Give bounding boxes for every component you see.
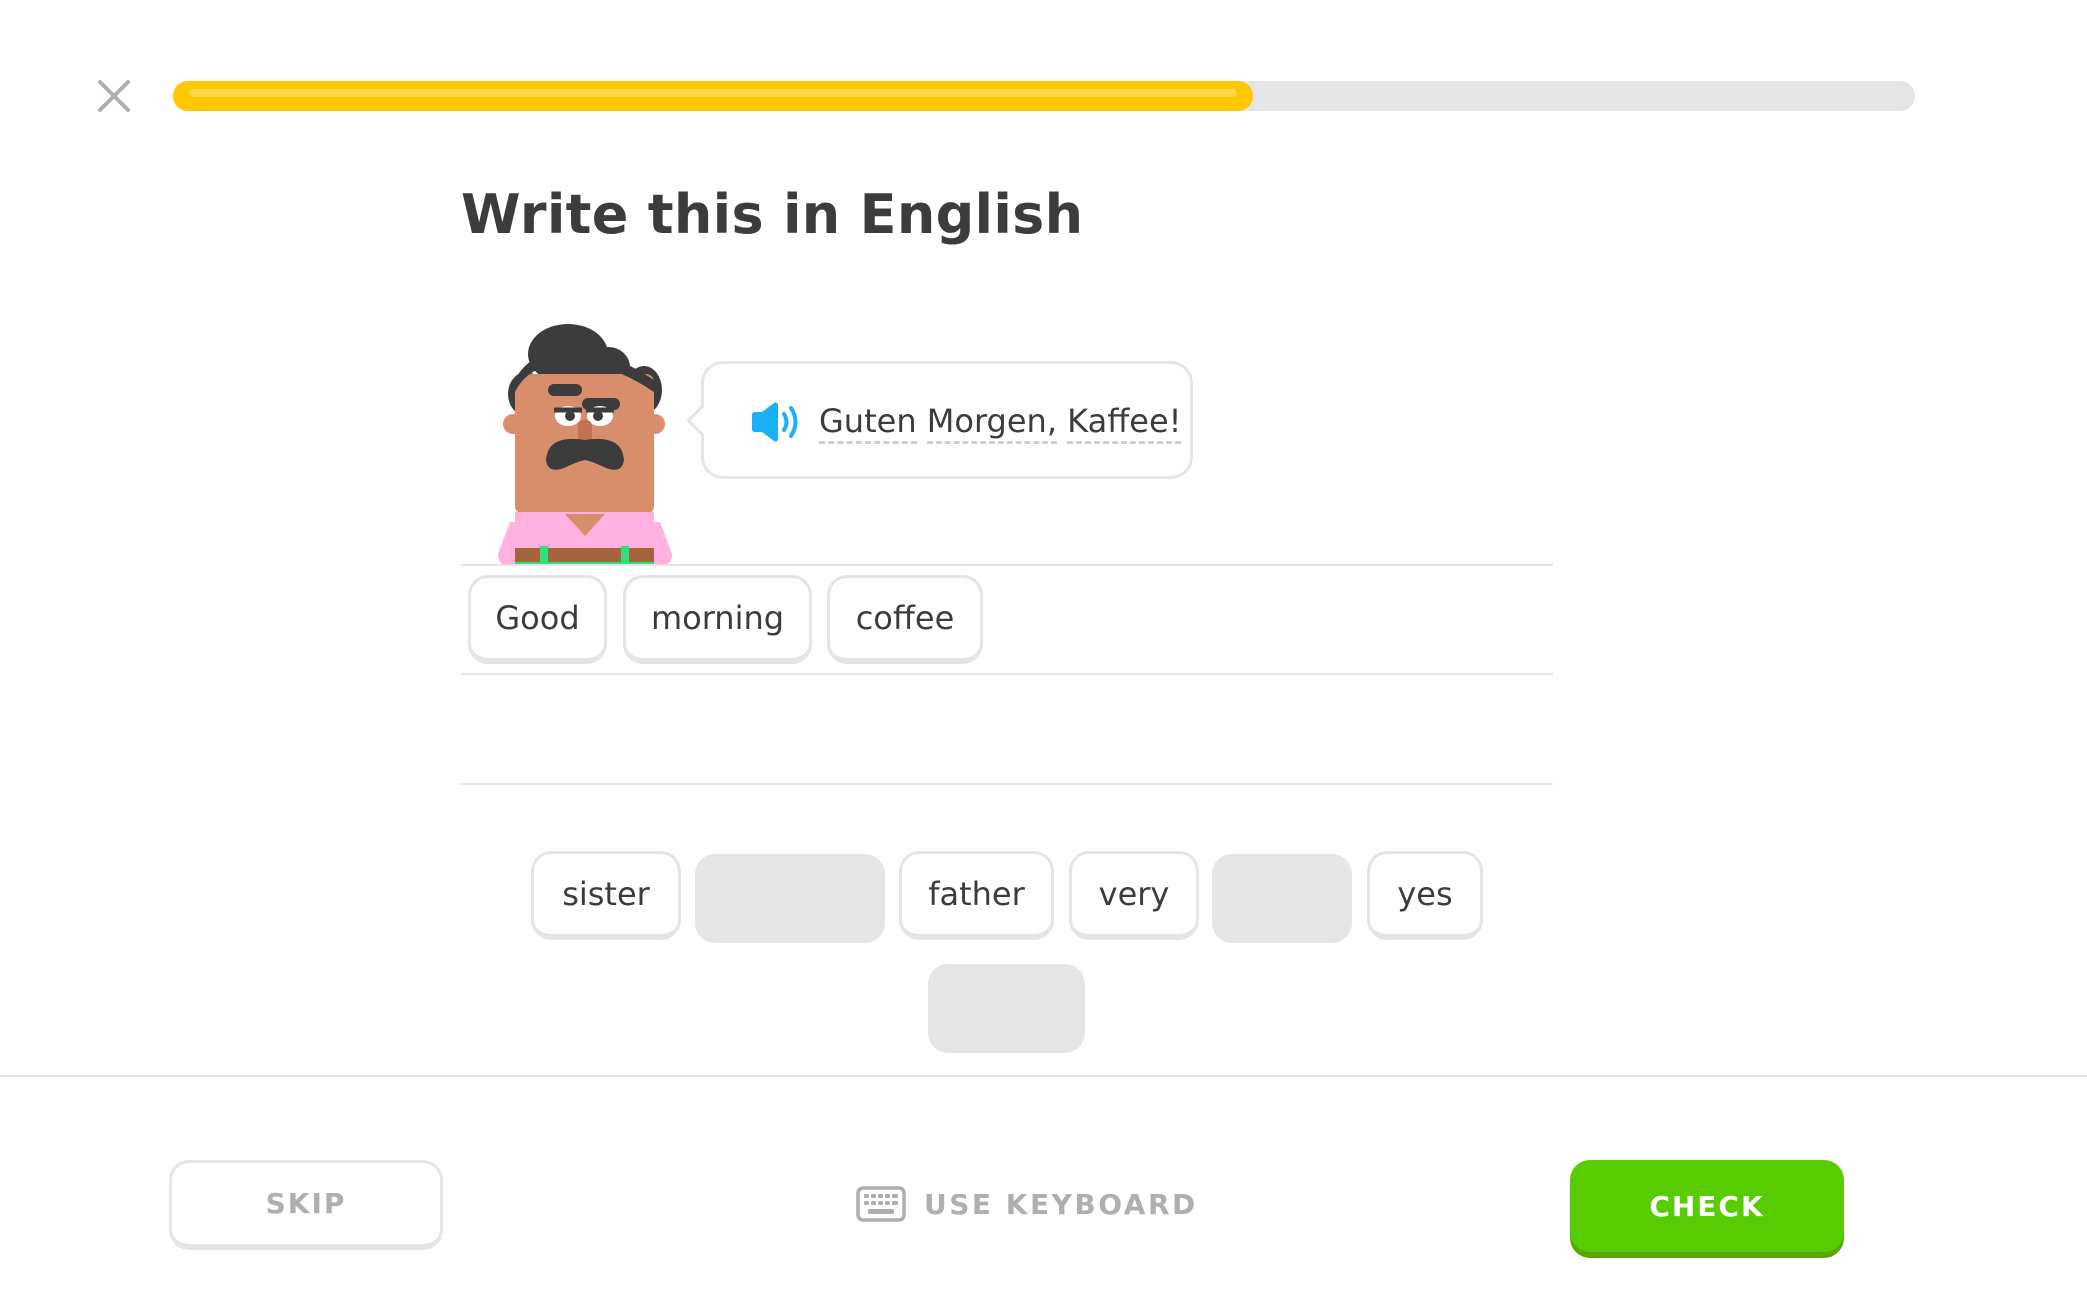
progress-shine: [189, 89, 1238, 97]
check-button[interactable]: CHECK: [1570, 1160, 1844, 1252]
answer-chip[interactable]: coffee: [827, 575, 983, 664]
word-bank-chip[interactable]: sister: [531, 851, 681, 940]
character-illustration: [498, 324, 672, 566]
speech-bubble-tail: [686, 404, 719, 437]
keyboard-icon: [856, 1186, 906, 1222]
use-keyboard-label: USE KEYBOARD: [924, 1187, 1198, 1221]
word-bank-chip[interactable]: father: [899, 851, 1054, 940]
speech-bubble: Guten Morgen, Kaffee!: [686, 361, 1193, 479]
word-bank-slot-empty: [928, 964, 1085, 1053]
prompt-sentence: Guten Morgen, Kaffee!: [819, 402, 1182, 444]
close-icon[interactable]: [92, 74, 136, 118]
use-keyboard-button[interactable]: USE KEYBOARD: [856, 1182, 1198, 1226]
prompt-word[interactable]: Guten: [819, 402, 917, 444]
page-title: Write this in English: [461, 183, 1084, 246]
word-bank-slot-empty: [1212, 854, 1352, 943]
answer-line: [461, 783, 1553, 785]
prompt-word[interactable]: Kaffee!: [1067, 402, 1182, 444]
skip-button[interactable]: SKIP: [169, 1160, 443, 1250]
word-bank-chip[interactable]: yes: [1367, 851, 1483, 940]
answer-chip[interactable]: Good: [468, 575, 607, 664]
prompt-word[interactable]: Morgen,: [926, 402, 1057, 444]
progress-fill: [173, 81, 1254, 111]
word-bank-slot-empty: [695, 854, 885, 943]
answer-line: [461, 673, 1553, 675]
footer-divider: [0, 1075, 2087, 1077]
answer-chip[interactable]: morning: [623, 575, 812, 664]
word-bank-chip[interactable]: very: [1069, 851, 1199, 940]
progress-bar: [173, 81, 1915, 111]
speaker-icon[interactable]: [748, 400, 802, 444]
answer-line: [461, 564, 1553, 566]
